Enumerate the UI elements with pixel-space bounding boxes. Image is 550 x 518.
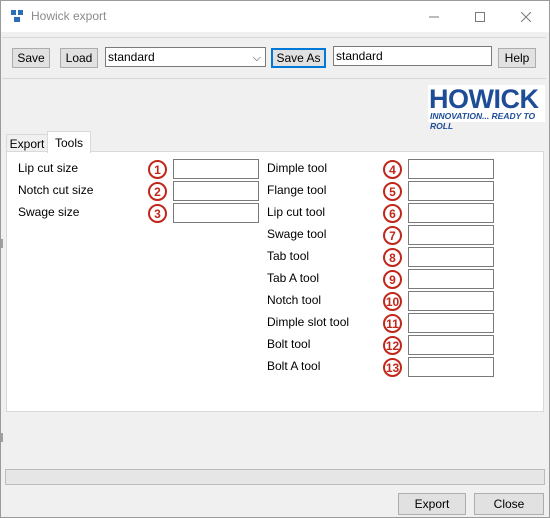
tab-export[interactable]: Export — [6, 134, 48, 152]
bolt-a-tool-input[interactable] — [408, 357, 494, 377]
dimple-tool-label: Dimple tool — [267, 161, 328, 175]
callout-badge: 7 — [383, 226, 402, 245]
callout-badge: 8 — [383, 248, 402, 267]
tab-tool-label: Tab tool — [267, 249, 310, 263]
callout-badge: 5 — [383, 182, 402, 201]
bolt-tool-label: Bolt tool — [267, 337, 311, 351]
bolt-tool-input[interactable] — [408, 335, 494, 355]
callout-badge: 6 — [383, 204, 402, 223]
save-as-name-input[interactable]: standard — [333, 46, 492, 66]
dimple-tool-input[interactable] — [408, 159, 494, 179]
callout-badge: 11 — [383, 314, 402, 333]
save-as-button[interactable]: Save As — [271, 48, 326, 68]
notch-tool-label: Notch tool — [267, 293, 322, 307]
tab-tools[interactable]: Tools — [47, 131, 91, 153]
lip-cut-size-input[interactable] — [173, 159, 259, 179]
notch-tool-input[interactable] — [408, 291, 494, 311]
tab-a-tool-label: Tab A tool — [267, 271, 320, 285]
swage-tool-label: Swage tool — [267, 227, 327, 241]
close-button[interactable]: Close — [474, 493, 544, 515]
swage-tool-input[interactable] — [408, 225, 494, 245]
notch-cut-size-label: Notch cut size — [18, 183, 94, 197]
howick-export-window: Howick export Save Load standard ⌵ Save … — [0, 0, 550, 518]
progress-bar — [5, 469, 545, 485]
close-icon — [521, 11, 531, 22]
profile-select[interactable]: standard ⌵ — [105, 47, 266, 67]
chevron-down-icon: ⌵ — [252, 52, 261, 64]
callout-badge: 2 — [148, 182, 167, 201]
howick-logo: HOWICK INNOVATION... READY TO ROLL — [428, 84, 545, 131]
lip-cut-size-label: Lip cut size — [18, 161, 79, 175]
callout-badge: 13 — [383, 358, 402, 377]
load-button[interactable]: Load — [60, 48, 98, 68]
close-window-button[interactable] — [503, 1, 549, 32]
callout-badge: 3 — [148, 204, 167, 223]
toolbar: Save Load standard ⌵ Save As standard He… — [2, 37, 546, 79]
flange-tool-input[interactable] — [408, 181, 494, 201]
help-button[interactable]: Help — [498, 48, 536, 68]
bolt-a-tool-label: Bolt A tool — [267, 359, 321, 373]
callout-badge: 9 — [383, 270, 402, 289]
export-button[interactable]: Export — [398, 493, 466, 515]
save-button[interactable]: Save — [12, 48, 50, 68]
maximize-icon — [475, 11, 485, 22]
swage-size-input[interactable] — [173, 203, 259, 223]
tab-tool-input[interactable] — [408, 247, 494, 267]
window-edge-mark — [1, 433, 3, 442]
window-title: Howick export — [31, 9, 107, 23]
lip-cut-tool-label: Lip cut tool — [267, 205, 326, 219]
title-bar: Howick export — [1, 1, 549, 32]
flange-tool-label: Flange tool — [267, 183, 327, 197]
minimize-button[interactable] — [411, 1, 457, 32]
lip-cut-tool-input[interactable] — [408, 203, 494, 223]
minimize-icon — [429, 16, 439, 17]
profile-select-value: standard — [108, 50, 155, 64]
swage-size-label: Swage size — [18, 205, 80, 219]
maximize-button[interactable] — [457, 1, 503, 32]
tools-panel: Lip cut size 1 Notch cut size 2 Swage si… — [6, 151, 544, 412]
dimple-slot-tool-label: Dimple slot tool — [267, 315, 350, 329]
logo-tagline: INNOVATION... READY TO ROLL — [430, 111, 536, 131]
callout-badge: 10 — [383, 292, 402, 311]
callout-badge: 12 — [383, 336, 402, 355]
window-edge-mark — [1, 239, 3, 248]
app-icon — [11, 10, 23, 22]
dimple-slot-tool-input[interactable] — [408, 313, 494, 333]
notch-cut-size-input[interactable] — [173, 181, 259, 201]
tab-a-tool-input[interactable] — [408, 269, 494, 289]
callout-badge: 1 — [148, 160, 167, 179]
callout-badge: 4 — [383, 160, 402, 179]
